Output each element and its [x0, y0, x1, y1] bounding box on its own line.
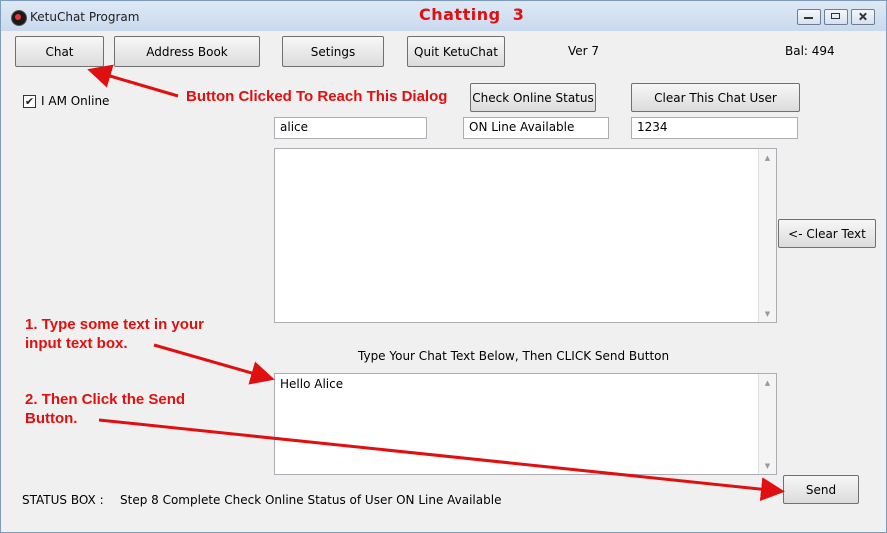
arrow-to-chat-button: [87, 64, 179, 98]
ketuchat-window: KetuChat Program Chatting 3 Chat Address…: [0, 0, 887, 533]
arrow-to-chat-input: [153, 343, 275, 385]
arrow-to-send-button: [98, 418, 785, 502]
annotation-arrows: [87, 64, 785, 502]
